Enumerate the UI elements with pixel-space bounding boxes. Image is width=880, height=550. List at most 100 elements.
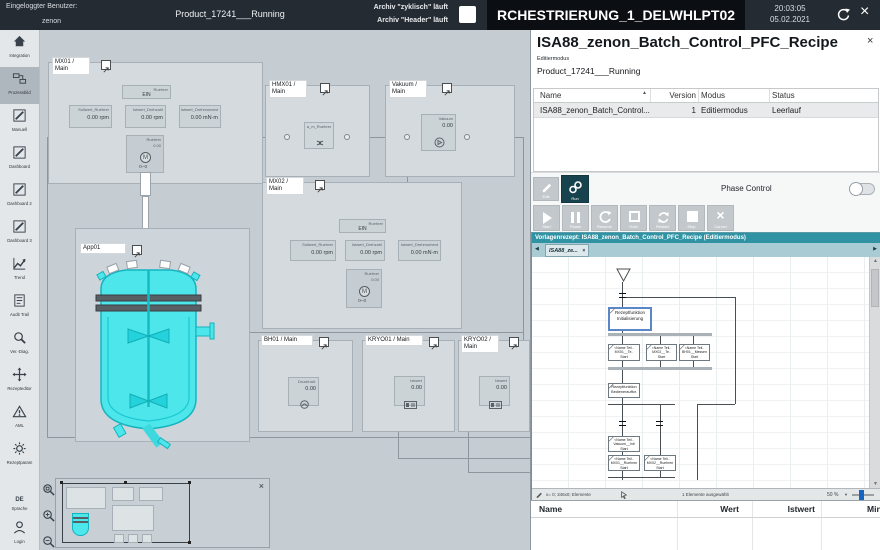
- pfc-canvas[interactable]: Rezeptfunktion Initialisierung <Name Tei…: [532, 257, 880, 488]
- person-icon: [12, 520, 27, 535]
- sidebar-item-prozessbild[interactable]: Prozessbild: [0, 67, 39, 104]
- scroll-up-icon[interactable]: ▲: [870, 258, 880, 264]
- column-header-version[interactable]: Version: [654, 89, 696, 103]
- transition-icon[interactable]: [619, 421, 626, 426]
- pressure-box[interactable]: Druckhalt. 0.00: [288, 377, 319, 409]
- start-button[interactable]: Start: [533, 205, 560, 231]
- scrollbar-thumb[interactable]: [871, 269, 879, 307]
- sidebar-item-audit-trail[interactable]: Audit Trail: [0, 289, 39, 326]
- run-button[interactable]: Run: [561, 175, 589, 203]
- refresh-icon[interactable]: [836, 7, 851, 27]
- column-header-name[interactable]: Name: [540, 89, 561, 103]
- sidebar-item-aml[interactable]: AML: [0, 400, 39, 437]
- expand-icon[interactable]: [509, 337, 519, 350]
- scroll-down-icon[interactable]: ▼: [870, 481, 880, 487]
- phase-control-toggle[interactable]: [849, 182, 875, 196]
- clock-date: 05.02.2021: [769, 15, 811, 24]
- zoom-out-icon[interactable]: [42, 535, 55, 550]
- recipe-row[interactable]: ISA88_zenon_Batch_Control... 1 Editiermo…: [534, 103, 878, 118]
- unit-group-hmx01[interactable]: HMX01 / Main a_m_Ruehrer: [265, 80, 370, 177]
- unit-group-bh01[interactable]: BH01 / Main Druckhalt. 0.00: [258, 335, 353, 432]
- language-code: DE: [15, 497, 24, 503]
- window-restore-icon[interactable]: [459, 6, 476, 23]
- param-column-name[interactable]: Name: [539, 501, 562, 517]
- sidebar-item-rezepteditor[interactable]: Rezepteditor: [0, 363, 39, 400]
- close-icon[interactable]: ×: [860, 3, 869, 21]
- unit-group-vakuum[interactable]: Vakuum / Main Vakuum 0.00: [385, 80, 515, 177]
- motor-box[interactable]: Ruehrer 0.00 M o–o: [126, 135, 164, 173]
- resume-button[interactable]: Resume: [591, 205, 618, 231]
- zenon-application-window: Eingeloggter Benutzer: zenon Product_172…: [0, 0, 880, 550]
- value-box-sollwert: Sollwert_Ruehrer 0.00 rpm: [69, 105, 112, 128]
- pause-button[interactable]: Pause: [562, 205, 589, 231]
- expand-icon[interactable]: [429, 337, 439, 350]
- zoom-fit-icon[interactable]: [42, 483, 55, 501]
- sidebar-item-ver-diag[interactable]: Ver.-Diag.: [0, 326, 39, 363]
- sidebar-item-dashboard-3[interactable]: Dashboard 3: [0, 215, 39, 252]
- unit-group-mx02[interactable]: MX02 / Main Ruehrer EIN Sollwert_Ruehrer…: [262, 177, 462, 329]
- pfc-step-vakuum-init[interactable]: <Name Teil.. Vakuum__Init Start: [608, 436, 640, 452]
- recipe-table[interactable]: Name ▲ Version Modus Status ISA88_zenon_…: [533, 88, 879, 172]
- restart-button[interactable]: Restart: [649, 205, 676, 231]
- unit-group-kryo02[interactable]: KRYO02 / Main Istwert 0.00: [458, 335, 530, 432]
- stop-button[interactable]: Stop: [678, 205, 705, 231]
- pfc-step-bh01-messen[interactable]: <Name Teil.. BH01__Messen Start: [679, 344, 710, 361]
- column-header-modus[interactable]: Modus: [701, 89, 725, 103]
- sidebar-item-sprache[interactable]: DE Sprache: [0, 491, 39, 518]
- pump-icon: [434, 135, 445, 153]
- pfc-step-bedieneraufforderung[interactable]: Rezeptfunktion Bedienerauffor.: [608, 383, 640, 398]
- viewport-handle[interactable]: [60, 481, 63, 484]
- unit-group-kryo01[interactable]: KRYO01 / Main Istwert 0.00: [362, 335, 455, 432]
- sidebar-item-manuell[interactable]: Manuell: [0, 104, 39, 141]
- transition-icon[interactable]: [619, 293, 626, 298]
- close-icon[interactable]: ×: [259, 481, 264, 491]
- param-column-istwert[interactable]: Istwert: [761, 501, 815, 517]
- expand-icon[interactable]: [319, 337, 329, 350]
- close-icon[interactable]: ×: [867, 35, 873, 47]
- cryostat-box[interactable]: Istwert 0.00: [479, 376, 510, 409]
- sidebar-item-rezeptparam[interactable]: Rezeptparam: [0, 437, 39, 474]
- tab-next-icon[interactable]: ▶: [873, 246, 877, 252]
- cryostat-box[interactable]: Istwert 0.00: [394, 376, 425, 409]
- viewport-handle[interactable]: [188, 541, 191, 544]
- zoom-in-icon[interactable]: [42, 509, 55, 527]
- unit-group-app01[interactable]: App01: [75, 228, 250, 450]
- sidebar-item-dashboard-2[interactable]: Dashboard 2: [0, 178, 39, 215]
- pfc-step-mx02-te[interactable]: <Name Teil.. MX02__Te.. Start: [646, 344, 677, 361]
- pfc-step-mx02-ruehren[interactable]: <Name Teil.. MX02__Ruehren Start: [644, 455, 676, 471]
- expand-icon[interactable]: [101, 60, 111, 73]
- expand-icon[interactable]: [320, 83, 330, 96]
- cancel-button[interactable]: × Cancel: [707, 205, 734, 231]
- motor-box[interactable]: Ruehrer 0.00 M o–o: [346, 269, 382, 308]
- sidebar-item-integration[interactable]: Integration: [0, 30, 39, 67]
- hold-button[interactable]: Hold: [620, 205, 647, 231]
- tab-close-icon[interactable]: ×: [582, 248, 585, 254]
- overview-minimap-panel[interactable]: ×: [55, 478, 270, 548]
- parameter-table[interactable]: Name Wert Istwert Min: [531, 500, 880, 550]
- transition-icon[interactable]: [656, 421, 663, 426]
- edit-button[interactable]: Edit: [533, 177, 559, 201]
- pfc-vertical-scrollbar[interactable]: ▲ ▼: [869, 257, 880, 488]
- expand-icon[interactable]: [315, 180, 325, 193]
- pfc-step-mx01-te[interactable]: <Name Teil.. MX01__Te.. Start: [608, 344, 640, 361]
- sidebar-item-dashboard[interactable]: Dashboard: [0, 141, 39, 178]
- expand-icon[interactable]: [442, 83, 452, 96]
- param-column-wert[interactable]: Wert: [691, 501, 739, 517]
- pfc-step-mx01-ruehren[interactable]: <Name Teil.. MX01__Ruehren Start: [608, 455, 640, 471]
- sidebar-item-trend[interactable]: Trend: [0, 252, 39, 289]
- sidebar-item-login[interactable]: Login: [0, 518, 39, 550]
- tab-prev-icon[interactable]: ◀: [535, 246, 539, 252]
- pfc-tab[interactable]: ISA88_ze... ×: [545, 244, 590, 257]
- gear-icon: [12, 441, 27, 456]
- vacuum-pump-box[interactable]: Vakuum 0.00: [421, 114, 456, 151]
- zoom-slider-thumb[interactable]: [859, 490, 864, 500]
- unit-group-mx01[interactable]: MX01 / Main Ruehrer EIN Sollwert_Ruehrer…: [48, 57, 263, 184]
- value-box-drehmoment: Istwert_Drehmoment 0.00 mN·m: [179, 105, 221, 128]
- viewport-handle[interactable]: [124, 481, 127, 484]
- viewport-handle[interactable]: [188, 481, 191, 484]
- stirrer-box[interactable]: a_m_Ruehrer: [304, 122, 334, 149]
- pfc-window-title: Vorlagenrezept: ISA88_zenon_Batch_Contro…: [532, 233, 880, 243]
- pfc-step-initialisierung[interactable]: Rezeptfunktion Initialisierung: [608, 307, 652, 331]
- column-header-status[interactable]: Status: [772, 89, 795, 103]
- param-column-min[interactable]: Min: [867, 501, 880, 517]
